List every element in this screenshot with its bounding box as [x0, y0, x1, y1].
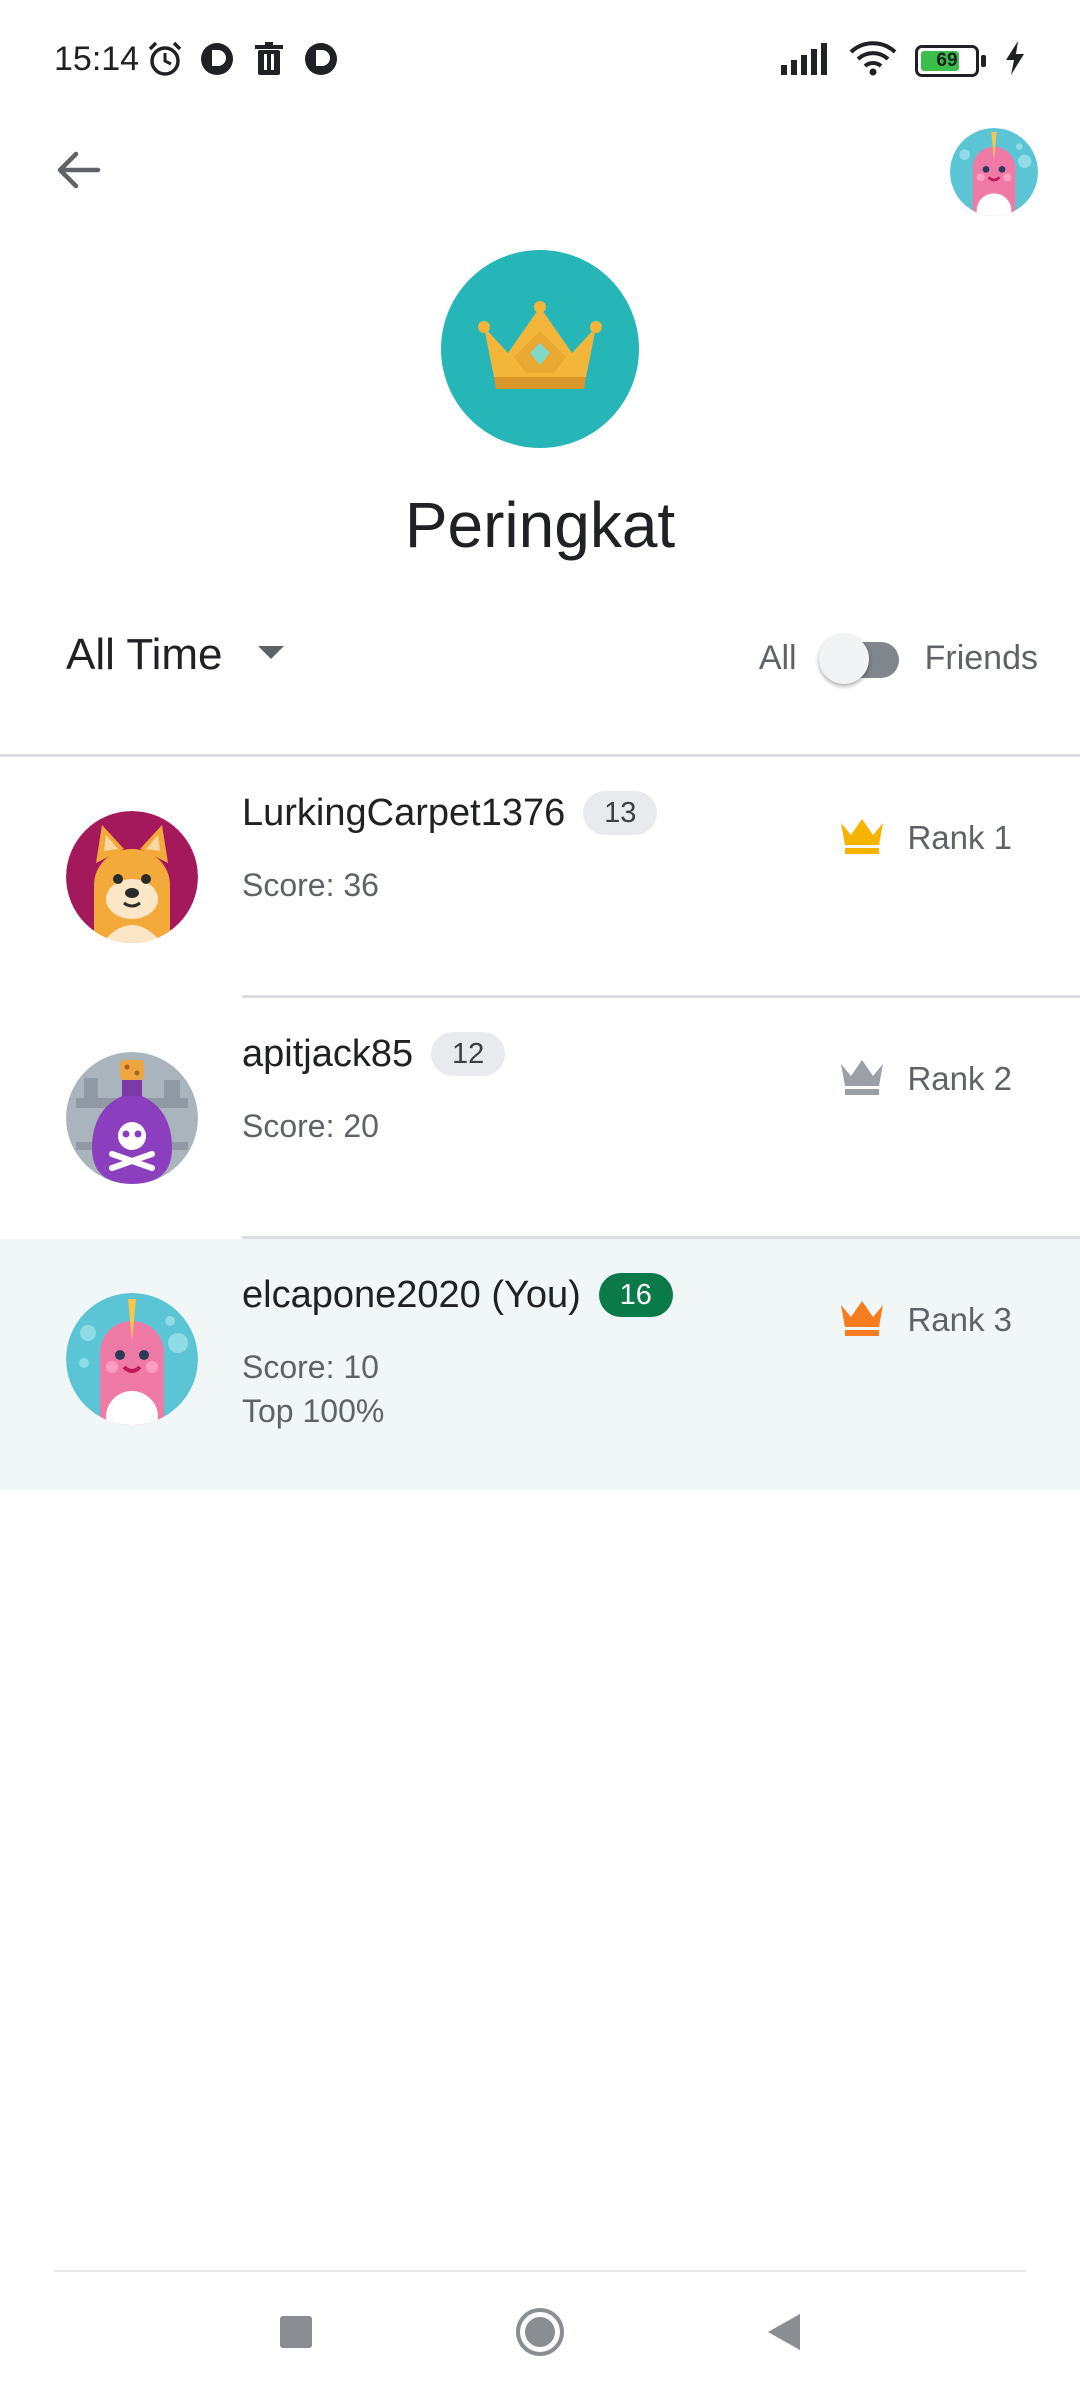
status-time: 15:14	[54, 40, 140, 78]
level-badge: 13	[583, 791, 658, 835]
app-notification-icon	[302, 40, 340, 78]
player-name: apitjack85	[242, 1032, 414, 1075]
player-name-line: apitjack85 12	[242, 1032, 506, 1076]
time-range-label: All Time	[66, 630, 223, 679]
crown-bronze-icon	[839, 1297, 885, 1342]
rank-label: Rank 1	[907, 818, 1012, 856]
narwhal-avatar-icon	[66, 1293, 198, 1425]
friends-filter: All Friends	[758, 634, 1038, 684]
profile-avatar-button[interactable]	[950, 128, 1038, 216]
rank-indicator: Rank 2	[839, 1056, 1012, 1101]
crown-icon	[474, 297, 606, 402]
crown-silver-icon	[839, 1056, 885, 1101]
battery-percent: 69	[936, 49, 958, 71]
rank-indicator: Rank 1	[839, 815, 1012, 860]
status-icons-left	[146, 40, 340, 78]
poison-bottle-avatar-icon	[66, 1052, 198, 1184]
page-title: Peringkat	[404, 489, 676, 561]
player-avatar	[66, 1052, 198, 1184]
alarm-icon	[146, 40, 184, 78]
player-avatar	[66, 811, 198, 943]
home-button[interactable]	[508, 2302, 572, 2366]
shiba-dog-avatar-icon	[66, 811, 198, 943]
player-percentile: Top 100%	[242, 1393, 385, 1429]
home-circle-icon	[514, 2306, 566, 2363]
status-bar: 15:14 69	[0, 0, 1080, 120]
level-badge: 12	[431, 1032, 506, 1076]
leaderboard-badge	[441, 250, 639, 448]
nav-divider	[54, 2270, 1026, 2272]
time-range-dropdown[interactable]: All Time	[66, 630, 286, 680]
battery-icon: 69	[915, 44, 986, 77]
player-avatar	[66, 1293, 198, 1425]
player-name: LurkingCarpet1376	[242, 791, 566, 834]
system-navigation-bar	[0, 2290, 1080, 2380]
player-name: elcapone2020 (You)	[242, 1273, 581, 1316]
leaderboard-row[interactable]: LurkingCarpet1376 13 Score: 36 Rank 1	[0, 757, 1080, 997]
rank-label: Rank 2	[907, 1059, 1012, 1097]
player-score: Score: 10	[242, 1349, 379, 1385]
player-name-line: LurkingCarpet1376 13	[242, 791, 658, 835]
narwhal-avatar-icon	[950, 128, 1038, 216]
leaderboard-row-current-user[interactable]: elcapone2020 (You) 16 Score: 10 Top 100%…	[0, 1239, 1080, 1490]
back-triangle-icon	[766, 2312, 802, 2357]
rank-indicator: Rank 3	[839, 1297, 1012, 1342]
recents-button[interactable]	[264, 2302, 328, 2366]
friends-toggle-switch[interactable]	[818, 634, 903, 684]
signal-icon	[781, 41, 831, 80]
rank-label: Rank 3	[907, 1300, 1012, 1338]
player-score: Score: 20	[242, 1108, 379, 1144]
charging-icon	[1004, 41, 1026, 80]
nav-back-button[interactable]	[752, 2302, 816, 2366]
trash-icon	[250, 40, 288, 78]
player-score: Score: 36	[242, 867, 379, 903]
recents-square-icon	[278, 2314, 314, 2355]
wifi-icon	[849, 40, 897, 81]
back-button[interactable]	[46, 140, 110, 204]
app-notification-icon	[198, 40, 236, 78]
status-icons-right: 69	[781, 40, 1026, 81]
player-name-line: elcapone2020 (You) 16	[242, 1273, 673, 1317]
level-badge-you: 16	[598, 1273, 673, 1317]
leaderboard-row[interactable]: apitjack85 12 Score: 20 Rank 2	[0, 998, 1080, 1238]
toggle-label-friends: Friends	[924, 638, 1038, 677]
crown-gold-icon	[839, 815, 885, 860]
arrow-left-icon	[54, 146, 102, 199]
dropdown-arrow-icon	[256, 644, 286, 667]
toggle-label-all: All	[758, 638, 797, 677]
